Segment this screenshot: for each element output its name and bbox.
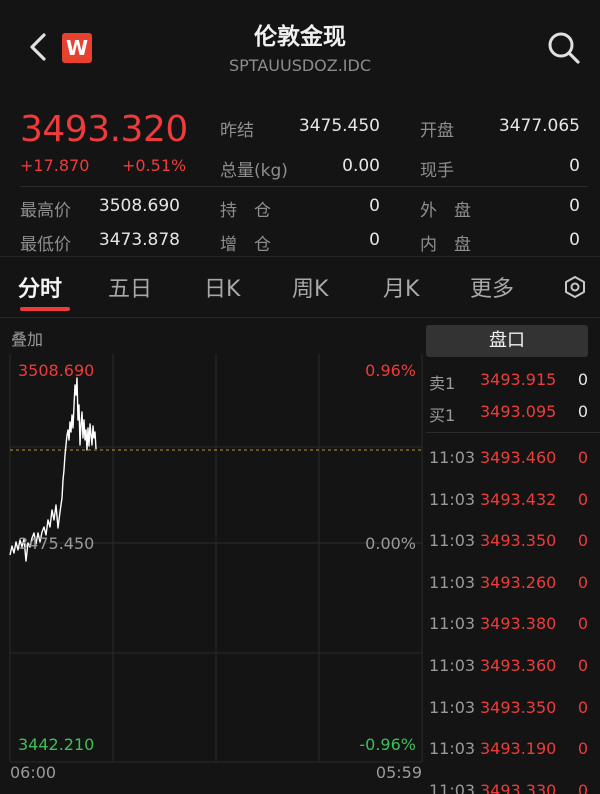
stat-label: 增 仓 [220, 235, 271, 255]
trade-qty: 0 [577, 489, 588, 509]
stat-label: 最高价 [20, 201, 71, 221]
stat-value: 0 [569, 196, 580, 216]
trade-time: 11:03 [429, 614, 476, 634]
stat-value: 3508.690 [98, 196, 180, 216]
stat-value: 3473.878 [98, 230, 180, 250]
tab-daily-k[interactable]: 日K [204, 271, 240, 303]
time-end: 05:59 [376, 763, 422, 782]
trade-qty: 0 [577, 780, 588, 794]
trade-time: 11:03 [429, 739, 476, 759]
trade-price: 3493.432 [480, 489, 557, 509]
trade-qty: 0 [577, 531, 588, 551]
stat-value: 0 [369, 196, 380, 216]
price-change-pct: +0.51% [122, 156, 187, 175]
trade-time: 11:03 [429, 448, 476, 467]
chart-period-tabs: 分时 五日 日K 周K 月K 更多 [0, 256, 600, 318]
stat-label: 现手 [420, 161, 454, 181]
axis-prev-settle: 3475.450 [18, 534, 94, 553]
bid-qty: 0 [577, 402, 588, 421]
trade-qty: 0 [577, 572, 588, 592]
bid-label: 买1 [429, 406, 456, 425]
stat-label: 昨结 [220, 121, 254, 141]
page-title: 伦敦金现 [254, 24, 346, 50]
time-start: 06:00 [10, 763, 56, 782]
top-bar: W 伦敦金现 SPTAUUSDOZ.IDC [0, 0, 600, 96]
stat-label: 最低价 [20, 235, 71, 255]
stat-value: 0 [569, 156, 580, 176]
trade-price: 3493.260 [480, 572, 557, 592]
divider [426, 432, 600, 433]
stat-value: 3477.065 [498, 116, 580, 136]
trade-row: 11:03 3493.330 0 [426, 771, 600, 794]
trade-price: 3493.350 [480, 531, 557, 551]
stat-label: 外 盘 [420, 201, 471, 221]
stat-label: 开盘 [420, 121, 454, 141]
ask-qty: 0 [577, 370, 588, 389]
trade-qty: 0 [577, 614, 588, 634]
symbol-code: SPTAUUSDOZ.IDC [228, 56, 372, 75]
trade-time: 11:03 [429, 531, 476, 551]
trade-row: 11:03 3493.460 0 [426, 438, 600, 478]
trade-time: 11:03 [429, 780, 476, 794]
trade-time: 11:03 [429, 697, 476, 717]
stat-value: 0 [369, 230, 380, 250]
trade-price: 3493.380 [480, 614, 557, 634]
last-price: 3493.320 [20, 109, 188, 150]
bid-price: 3493.095 [480, 402, 557, 421]
trade-qty: 0 [577, 656, 588, 675]
trade-price: 3493.350 [480, 697, 557, 717]
stat-label: 内 盘 [420, 235, 471, 255]
axis-zero-pct: 0.00% [365, 534, 416, 553]
price-change: +17.870 [20, 156, 90, 175]
axis-max-price: 3508.690 [18, 361, 94, 380]
trade-row: 11:03 3493.350 0 [426, 521, 600, 561]
tab-more[interactable]: 更多 [470, 271, 514, 303]
trade-row: 11:03 3493.360 0 [426, 646, 600, 686]
trade-qty: 0 [577, 739, 588, 759]
trade-price: 3493.360 [480, 656, 557, 675]
tab-weekly-k[interactable]: 周K [292, 271, 328, 303]
quote-summary: 3493.320 +17.870 +0.51% 昨结 3475.450 开盘 3… [0, 104, 600, 255]
trade-time: 11:03 [429, 489, 476, 509]
axis-min-price: 3442.210 [18, 735, 94, 754]
settings-icon[interactable] [563, 275, 587, 299]
trade-row: 11:03 3493.432 0 [426, 480, 600, 520]
overlay-button[interactable]: 叠加 [11, 326, 43, 350]
intraday-chart: 3508.690 0.96% 3475.450 0.00% 3442.210 -… [9, 354, 423, 782]
stat-value: 0.00 [342, 156, 380, 176]
order-book-button[interactable]: 盘口 [426, 325, 588, 357]
trade-row: 11:03 3493.190 0 [426, 729, 600, 769]
stat-label: 总量(kg) [220, 161, 288, 181]
trade-price: 3493.460 [480, 448, 557, 467]
trade-price: 3493.330 [480, 780, 557, 794]
trade-price: 3493.190 [480, 739, 557, 759]
trade-row: 11:03 3493.350 0 [426, 688, 600, 728]
divider [20, 186, 588, 187]
axis-max-pct: 0.96% [365, 361, 416, 380]
trade-time: 11:03 [429, 656, 476, 675]
trade-qty: 0 [577, 448, 588, 467]
trade-row: 11:03 3493.380 0 [426, 604, 600, 644]
stat-value: 0 [569, 230, 580, 250]
trade-row: 11:03 3493.260 0 [426, 563, 600, 603]
active-tab-indicator [20, 307, 70, 311]
search-icon[interactable] [544, 28, 584, 68]
ask-label: 卖1 [429, 374, 456, 393]
tab-five-day[interactable]: 五日 [108, 271, 152, 303]
tab-intraday[interactable]: 分时 [18, 271, 62, 303]
trade-time: 11:03 [429, 572, 476, 592]
bid-row: 买1 3493.095 0 [426, 392, 600, 432]
trade-qty: 0 [577, 697, 588, 717]
tab-monthly-k[interactable]: 月K [383, 271, 419, 303]
ask-price: 3493.915 [480, 370, 557, 389]
stat-value: 3475.450 [298, 116, 380, 136]
stat-label: 持 仓 [220, 201, 271, 221]
axis-min-pct: -0.96% [359, 735, 416, 754]
